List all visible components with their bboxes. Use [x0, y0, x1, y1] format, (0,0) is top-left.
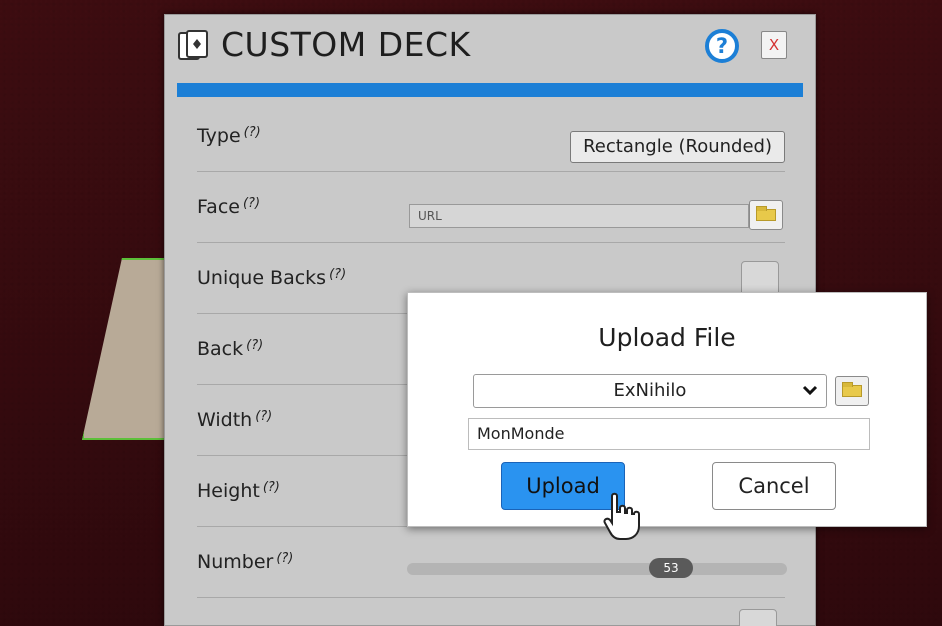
- face-folder-button[interactable]: [749, 200, 783, 230]
- sideways-checkbox[interactable]: [739, 609, 777, 626]
- face-hint[interactable]: (?): [243, 196, 260, 211]
- face-label: Face (?): [197, 196, 260, 218]
- hand-cursor-icon: [603, 492, 640, 540]
- close-button[interactable]: X: [761, 31, 787, 59]
- dialog-folder-button[interactable]: [835, 376, 869, 406]
- width-label-text: Width: [197, 409, 253, 431]
- type-label: Type (?): [197, 125, 261, 147]
- number-slider[interactable]: [407, 563, 787, 575]
- back-label: Back (?): [197, 338, 263, 360]
- row-type: Type (?) Rectangle (Rounded): [197, 101, 785, 172]
- back-label-text: Back: [197, 338, 244, 360]
- back-hint[interactable]: (?): [246, 338, 263, 353]
- help-icon[interactable]: ?: [705, 29, 739, 63]
- row-face: Face (?) URL: [197, 172, 785, 243]
- width-hint[interactable]: (?): [255, 409, 272, 424]
- type-label-text: Type: [197, 125, 241, 147]
- number-slider-handle[interactable]: 53: [649, 558, 693, 578]
- number-label: Number (?): [197, 551, 293, 573]
- title-accent-bar: [177, 83, 803, 97]
- face-label-text: Face: [197, 196, 240, 218]
- chevron-down-icon: [802, 385, 818, 396]
- folder-select-value: ExNihilo: [613, 380, 687, 401]
- unique-backs-label: Unique Backs (?): [197, 267, 346, 289]
- row-number: Number (?) 53: [197, 527, 787, 598]
- panel-header: CUSTOM DECK ? X: [165, 15, 815, 81]
- folder-select[interactable]: ExNihilo: [473, 374, 827, 408]
- width-label: Width (?): [197, 409, 272, 431]
- upload-file-dialog: Upload File ExNihilo MonMonde Upload Can…: [407, 292, 927, 527]
- deck-icon: [178, 30, 208, 60]
- number-label-text: Number: [197, 551, 274, 573]
- height-label-text: Height: [197, 480, 260, 502]
- number-hint[interactable]: (?): [276, 551, 293, 566]
- file-name-input[interactable]: MonMonde: [468, 418, 870, 450]
- height-label: Height (?): [197, 480, 280, 502]
- folder-icon: [842, 382, 862, 397]
- face-url-input[interactable]: URL: [409, 204, 749, 228]
- height-hint[interactable]: (?): [263, 480, 280, 495]
- panel-title: CUSTOM DECK: [221, 25, 471, 64]
- unique-backs-label-text: Unique Backs: [197, 267, 327, 289]
- type-select[interactable]: Rectangle (Rounded): [570, 131, 785, 163]
- folder-icon: [756, 206, 776, 221]
- type-hint[interactable]: (?): [244, 125, 261, 140]
- cancel-button[interactable]: Cancel: [712, 462, 836, 510]
- dialog-title: Upload File: [598, 323, 736, 352]
- unique-backs-hint[interactable]: (?): [329, 267, 346, 282]
